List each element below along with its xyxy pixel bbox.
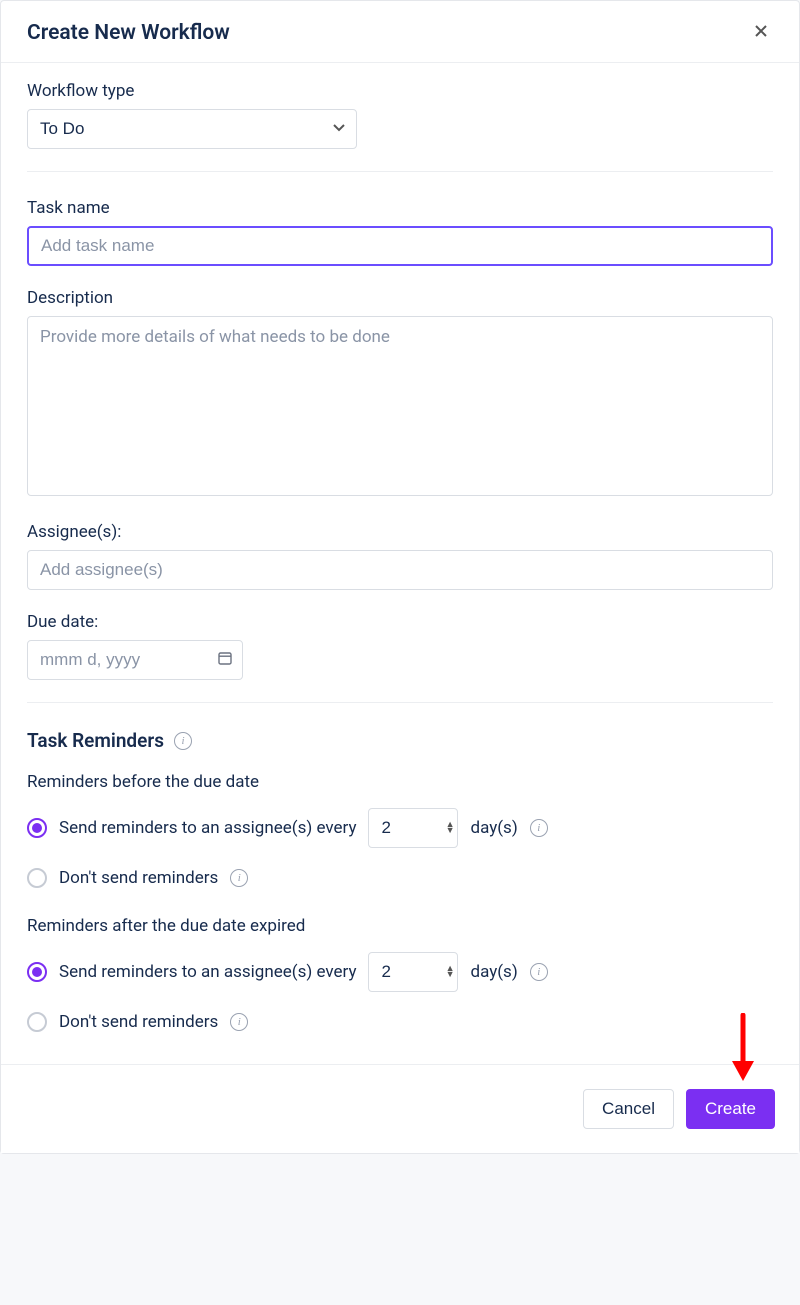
reminders-before-send-prefix: Send reminders to an assignee(s) every [59, 818, 356, 838]
workflow-type-select[interactable]: To Do [27, 109, 357, 149]
due-date-wrap: mmm d, yyyy [27, 640, 243, 680]
workflow-type-field: Workflow type To Do [27, 81, 773, 149]
info-icon[interactable]: i [530, 819, 548, 837]
cancel-button[interactable]: Cancel [583, 1089, 674, 1129]
description-input[interactable] [27, 316, 773, 496]
workflow-type-select-wrap: To Do [27, 109, 357, 149]
reminders-before-send-suffix: day(s) [470, 818, 517, 838]
reminders-before-days-wrap: ▲ ▼ [368, 808, 458, 848]
close-icon [753, 23, 769, 39]
reminders-after-days-stepper[interactable]: ▲ ▼ [446, 966, 455, 978]
create-button[interactable]: Create [686, 1089, 775, 1129]
modal-title: Create New Workflow [27, 21, 230, 45]
reminders-before-group: Reminders before the due date Send remin… [27, 772, 773, 888]
reminders-before-days-stepper[interactable]: ▲ ▼ [446, 822, 455, 834]
chevron-down-icon: ▼ [446, 828, 455, 834]
task-name-field: Task name [27, 198, 773, 266]
reminders-before-send-radio[interactable] [27, 818, 47, 838]
workflow-type-value: To Do [40, 119, 84, 139]
description-field: Description [27, 288, 773, 500]
divider [27, 171, 773, 172]
info-icon[interactable]: i [530, 963, 548, 981]
description-label: Description [27, 288, 773, 308]
reminders-after-group: Reminders after the due date expired Sen… [27, 916, 773, 1032]
assignees-field: Assignee(s): [27, 522, 773, 590]
reminders-after-send-row: Send reminders to an assignee(s) every ▲… [27, 952, 773, 992]
workflow-type-label: Workflow type [27, 81, 773, 101]
modal-header: Create New Workflow [1, 1, 799, 63]
reminders-before-heading: Reminders before the due date [27, 772, 773, 792]
reminders-after-none-label: Don't send reminders [59, 1012, 218, 1032]
assignees-label: Assignee(s): [27, 522, 773, 542]
reminders-before-none-radio[interactable] [27, 868, 47, 888]
task-name-input[interactable] [27, 226, 773, 266]
modal-body: Workflow type To Do Task name Descriptio… [1, 63, 799, 1064]
reminders-before-none-row: Don't send reminders i [27, 868, 773, 888]
due-date-field: Due date: mmm d, yyyy [27, 612, 773, 680]
reminders-after-days-wrap: ▲ ▼ [368, 952, 458, 992]
reminders-before-send-row: Send reminders to an assignee(s) every ▲… [27, 808, 773, 848]
reminders-after-none-radio[interactable] [27, 1012, 47, 1032]
info-icon[interactable]: i [230, 869, 248, 887]
reminders-after-send-prefix: Send reminders to an assignee(s) every [59, 962, 356, 982]
task-reminders-header: Task Reminders i [27, 729, 773, 752]
due-date-input[interactable]: mmm d, yyyy [27, 640, 243, 680]
reminders-after-heading: Reminders after the due date expired [27, 916, 773, 936]
assignees-input[interactable] [27, 550, 773, 590]
due-date-label: Due date: [27, 612, 773, 632]
due-date-placeholder: mmm d, yyyy [40, 650, 140, 670]
close-button[interactable] [749, 19, 773, 46]
divider [27, 702, 773, 703]
modal-footer: Cancel Create [1, 1064, 799, 1153]
reminders-before-none-label: Don't send reminders [59, 868, 218, 888]
info-icon[interactable]: i [230, 1013, 248, 1031]
reminders-after-none-row: Don't send reminders i [27, 1012, 773, 1032]
create-workflow-modal: Create New Workflow Workflow type To Do … [0, 0, 800, 1154]
reminders-after-send-suffix: day(s) [470, 962, 517, 982]
task-name-label: Task name [27, 198, 773, 218]
info-icon[interactable]: i [174, 732, 192, 750]
task-reminders-title: Task Reminders [27, 729, 164, 752]
chevron-down-icon: ▼ [446, 972, 455, 978]
reminders-after-send-radio[interactable] [27, 962, 47, 982]
